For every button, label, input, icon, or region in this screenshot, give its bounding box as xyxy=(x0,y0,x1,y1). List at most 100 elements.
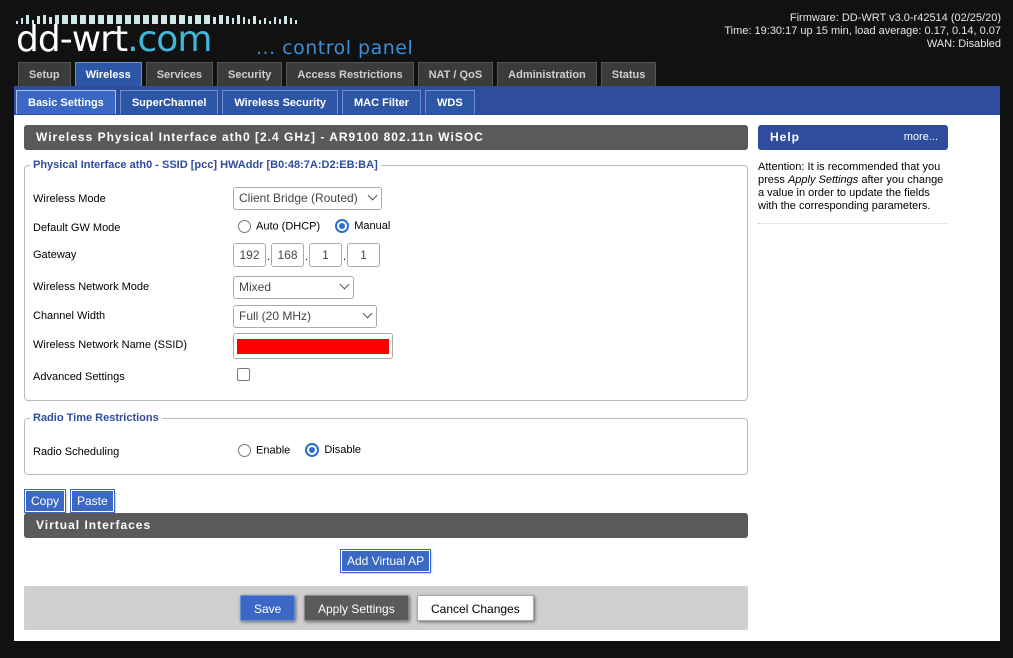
wireless-mode-value: Client Bridge (Routed) xyxy=(239,191,358,205)
logo-bar xyxy=(253,16,256,24)
tab-services[interactable]: Services xyxy=(145,62,213,86)
gateway-ip-input: 192. 168. 1. 1 xyxy=(233,243,380,271)
gw-mode-radios: Auto (DHCP) Manual xyxy=(238,219,402,233)
checkbox-icon[interactable] xyxy=(237,368,250,381)
help-header-bar: Help more... xyxy=(758,125,948,150)
radio-scheduling-enable-option[interactable]: Enable xyxy=(238,443,290,457)
copy-button[interactable]: Copy xyxy=(23,489,67,513)
gateway-octet-3[interactable]: 1 xyxy=(309,243,342,267)
tab-status[interactable]: Status xyxy=(600,62,657,86)
logo-bar xyxy=(226,16,229,24)
channel-width-label: Channel Width xyxy=(33,310,106,322)
save-button[interactable]: Save xyxy=(240,595,296,621)
row-gateway: Gateway 192. 168. 1. 1 xyxy=(33,243,733,271)
gw-mode-label: Default GW Mode xyxy=(33,222,121,234)
wireless-mode-label: Wireless Mode xyxy=(33,193,106,205)
tab-setup[interactable]: Setup xyxy=(18,62,71,86)
subtab-superchannel[interactable]: SuperChannel xyxy=(119,90,219,114)
gateway-octet-4[interactable]: 1 xyxy=(347,243,380,267)
logo-bar xyxy=(237,15,240,24)
logo-bar xyxy=(274,17,276,24)
network-mode-select[interactable]: Mixed xyxy=(233,276,354,299)
logo-bar xyxy=(295,20,297,24)
logo-bar xyxy=(269,21,271,24)
radio-selected-icon[interactable] xyxy=(335,219,350,233)
cancel-changes-button[interactable]: Cancel Changes xyxy=(417,595,534,621)
radio-scheduling-radios: Enable Disable xyxy=(238,443,373,457)
ssid-redaction xyxy=(237,339,389,354)
logo-bar xyxy=(243,17,245,24)
network-mode-label: Wireless Network Mode xyxy=(33,281,150,293)
paste-button[interactable]: Paste xyxy=(70,489,115,513)
subtab-basic-settings[interactable]: Basic Settings xyxy=(16,90,116,114)
wan-status: WAN: Disabled xyxy=(926,38,1001,50)
action-bar: Save Apply Settings Cancel Changes xyxy=(24,586,748,630)
header: dd-wrt.com ... control panel Firmware: D… xyxy=(0,0,1013,88)
interface-title-bar: Wireless Physical Interface ath0 [2.4 GH… xyxy=(24,125,748,150)
sub-tabs-bar: Basic Settings SuperChannel Wireless Sec… xyxy=(14,86,1000,115)
subtab-mac-filter[interactable]: MAC Filter xyxy=(342,90,422,114)
radio-scheduling-disable-option[interactable]: Disable xyxy=(305,443,361,457)
sub-tabs: Basic Settings SuperChannel Wireless Sec… xyxy=(16,90,479,114)
logo-bar xyxy=(259,20,261,24)
help-text: Attention: It is recommended that you pr… xyxy=(758,161,944,212)
channel-width-value: Full (20 MHz) xyxy=(239,309,312,323)
tab-administration[interactable]: Administration xyxy=(497,62,597,86)
wireless-mode-select[interactable]: Client Bridge (Routed) xyxy=(233,187,382,210)
radio-scheduling-label: Radio Scheduling xyxy=(33,446,120,458)
ssid-label: Wireless Network Name (SSID) xyxy=(33,339,188,351)
main-tabs: Setup Wireless Services Security Access … xyxy=(18,62,660,87)
logo-text: dd-wrt.com xyxy=(16,19,212,60)
advanced-settings-label: Advanced Settings xyxy=(33,371,125,383)
tab-wireless[interactable]: Wireless xyxy=(74,62,142,86)
chevron-down-icon xyxy=(362,308,373,319)
row-radio-scheduling: Radio Scheduling Enable Disable xyxy=(33,443,733,468)
logo-bar xyxy=(279,19,281,24)
tab-security[interactable]: Security xyxy=(216,62,283,86)
subtab-wireless-security[interactable]: Wireless Security xyxy=(222,90,339,114)
radio-icon[interactable] xyxy=(238,443,251,457)
chevron-down-icon xyxy=(367,190,378,201)
chevron-down-icon xyxy=(339,279,350,290)
advanced-settings-checkbox[interactable] xyxy=(237,368,250,384)
channel-width-select[interactable]: Full (20 MHz) xyxy=(233,305,377,328)
row-default-gw-mode: Default GW Mode Auto (DHCP) Manual xyxy=(33,219,733,244)
help-title: Help xyxy=(770,130,801,144)
virtual-interfaces-title-bar: Virtual Interfaces xyxy=(24,513,748,538)
radio-selected-icon[interactable] xyxy=(305,443,320,457)
gateway-label: Gateway xyxy=(33,249,77,261)
logo-bar xyxy=(213,17,216,24)
uptime-load: Time: 19:30:17 up 15 min, load average: … xyxy=(724,25,1001,37)
radio-icon[interactable] xyxy=(238,219,251,233)
content-area: Wireless Physical Interface ath0 [2.4 GH… xyxy=(14,115,1000,641)
apply-settings-button[interactable]: Apply Settings xyxy=(304,595,409,621)
logo-bar xyxy=(290,18,292,24)
router-status-info: Firmware: DD-WRT v3.0-r42514 (02/25/20) … xyxy=(724,12,1001,51)
add-virtual-ap-button[interactable]: Add Virtual AP xyxy=(339,549,432,573)
radio-time-legend: Radio Time Restrictions xyxy=(33,412,159,424)
row-ssid: Wireless Network Name (SSID) xyxy=(33,333,733,361)
firmware-version: Firmware: DD-WRT v3.0-r42514 (02/25/20) xyxy=(789,12,1001,24)
gateway-octet-1[interactable]: 192 xyxy=(233,243,266,267)
tab-nat-qos[interactable]: NAT / QoS xyxy=(417,62,494,86)
tab-access-restrictions[interactable]: Access Restrictions xyxy=(286,62,414,86)
logo-bar xyxy=(232,18,234,24)
network-mode-value: Mixed xyxy=(239,280,272,294)
help-divider xyxy=(758,223,948,224)
gateway-octet-2[interactable]: 168 xyxy=(271,243,304,267)
logo-bar xyxy=(284,16,287,24)
subtab-wds[interactable]: WDS xyxy=(425,90,475,114)
physical-interface-legend: Physical Interface ath0 - SSID [pcc] HWA… xyxy=(33,159,378,171)
help-more-link[interactable]: more... xyxy=(904,125,938,150)
row-wireless-mode: Wireless Mode Client Bridge (Routed) xyxy=(33,187,733,215)
row-channel-width: Channel Width Full (20 MHz) xyxy=(33,305,733,332)
logo-bar xyxy=(248,19,250,24)
gw-mode-auto-option[interactable]: Auto (DHCP) xyxy=(238,219,320,233)
logo-bar xyxy=(219,15,223,24)
gw-mode-manual-option[interactable]: Manual xyxy=(335,219,390,233)
ddwrt-logo: dd-wrt.com ... control panel xyxy=(16,14,456,62)
row-advanced-settings: Advanced Settings xyxy=(33,368,733,393)
ssid-input[interactable] xyxy=(233,333,393,359)
logo-bar xyxy=(264,18,266,24)
row-network-mode: Wireless Network Mode Mixed xyxy=(33,276,733,303)
